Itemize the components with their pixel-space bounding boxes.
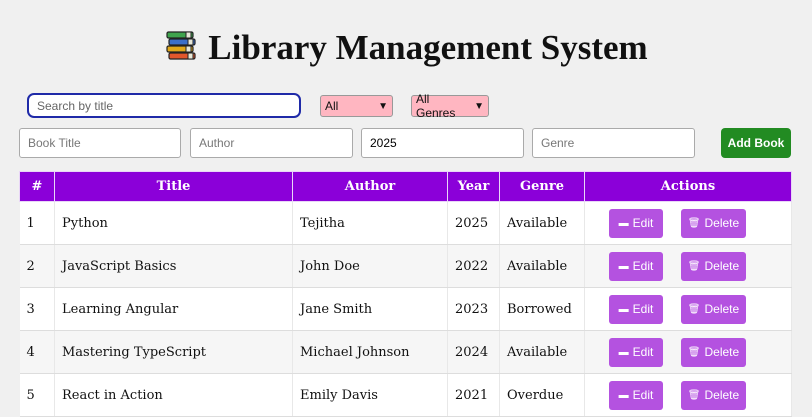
edit-label: Edit	[632, 388, 654, 402]
books-table: # Title Author Year Genre Actions 1 Pyth…	[19, 171, 792, 417]
delete-label: Delete	[704, 388, 740, 402]
table-row: 5 React in Action Emily Davis 2021 Overd…	[19, 373, 792, 417]
edit-icon: ▬	[618, 303, 629, 315]
books-icon	[164, 29, 198, 72]
edit-button[interactable]: ▬ Edit	[609, 294, 663, 324]
table-header-row: # Title Author Year Genre Actions	[19, 171, 792, 202]
page-title-text: Library Management System	[208, 28, 648, 67]
search-input[interactable]	[27, 93, 301, 118]
genre-filter-select[interactable]: All Genres ▼	[411, 92, 489, 120]
trash-icon: 🗑	[687, 303, 701, 315]
cell-author: Michael Johnson	[292, 330, 448, 374]
cell-id: 4	[19, 330, 55, 374]
cell-actions: ▬ Edit 🗑 Delete	[584, 287, 792, 331]
edit-icon: ▬	[618, 260, 629, 272]
cell-genre: Overdue	[499, 373, 585, 417]
cell-actions: ▬ Edit 🗑 Delete	[584, 373, 792, 417]
cell-author: Emily Davis	[292, 373, 448, 417]
edit-label: Edit	[632, 345, 654, 359]
edit-button[interactable]: ▬ Edit	[609, 337, 663, 367]
column-header-title: Title	[54, 171, 293, 202]
cell-author: Tejitha	[292, 201, 448, 245]
cell-title: JavaScript Basics	[54, 244, 293, 288]
edit-label: Edit	[632, 216, 654, 230]
cell-id: 3	[19, 287, 55, 331]
cell-year: 2025	[447, 201, 500, 245]
trash-icon: 🗑	[687, 260, 701, 272]
genre-field[interactable]	[532, 128, 695, 158]
edit-button[interactable]: ▬ Edit	[609, 208, 663, 238]
table-row: 2 JavaScript Basics John Doe 2022 Availa…	[19, 244, 792, 288]
delete-label: Delete	[704, 259, 740, 273]
table-row: 4 Mastering TypeScript Michael Johnson 2…	[19, 330, 792, 374]
column-header-id: #	[19, 171, 55, 202]
column-header-year: Year	[447, 171, 500, 202]
cell-author: John Doe	[292, 244, 448, 288]
cell-title: Learning Angular	[54, 287, 293, 331]
status-filter-select[interactable]: All ▼	[320, 95, 393, 117]
cell-actions: ▬ Edit 🗑 Delete	[584, 330, 792, 374]
column-header-genre: Genre	[499, 171, 585, 202]
year-field[interactable]	[361, 128, 524, 158]
column-header-author: Author	[292, 171, 448, 202]
delete-label: Delete	[704, 302, 740, 316]
cell-genre: Available	[499, 330, 585, 374]
cell-genre: Available	[499, 201, 585, 245]
edit-label: Edit	[632, 259, 654, 273]
edit-button[interactable]: ▬ Edit	[609, 380, 663, 410]
column-header-actions: Actions	[584, 171, 792, 202]
table-row: 1 Python Tejitha 2025 Available ▬ Edit 🗑 D…	[19, 201, 792, 245]
trash-icon: 🗑	[687, 217, 701, 229]
delete-button[interactable]: 🗑 Delete	[681, 294, 746, 324]
book-title-field[interactable]	[19, 128, 181, 158]
cell-year: 2021	[447, 373, 500, 417]
trash-icon: 🗑	[687, 346, 701, 358]
cell-author: Jane Smith	[292, 287, 448, 331]
delete-label: Delete	[704, 345, 740, 359]
genre-filter-value: All Genres	[416, 92, 456, 120]
cell-year: 2022	[447, 244, 500, 288]
cell-genre: Available	[499, 244, 585, 288]
cell-title: Python	[54, 201, 293, 245]
edit-button[interactable]: ▬ Edit	[609, 251, 663, 281]
cell-id: 2	[19, 244, 55, 288]
cell-title: React in Action	[54, 373, 293, 417]
delete-button[interactable]: 🗑 Delete	[681, 208, 746, 238]
cell-actions: ▬ Edit 🗑 Delete	[584, 201, 792, 245]
library-app: Library Management System All ▼ All Genr…	[0, 0, 812, 417]
chevron-down-icon: ▼	[474, 100, 484, 112]
chevron-down-icon: ▼	[378, 100, 388, 112]
cell-year: 2024	[447, 330, 500, 374]
cell-actions: ▬ Edit 🗑 Delete	[584, 244, 792, 288]
page-title: Library Management System	[0, 28, 812, 72]
cell-id: 1	[19, 201, 55, 245]
edit-icon: ▬	[618, 346, 629, 358]
delete-button[interactable]: 🗑 Delete	[681, 380, 746, 410]
cell-genre: Borrowed	[499, 287, 585, 331]
cell-id: 5	[19, 373, 55, 417]
edit-icon: ▬	[618, 217, 629, 229]
author-field[interactable]	[190, 128, 353, 158]
edit-label: Edit	[632, 302, 654, 316]
delete-button[interactable]: 🗑 Delete	[681, 337, 746, 367]
cell-title: Mastering TypeScript	[54, 330, 293, 374]
delete-label: Delete	[704, 216, 740, 230]
trash-icon: 🗑	[687, 389, 701, 401]
delete-button[interactable]: 🗑 Delete	[681, 251, 746, 281]
status-filter-value: All	[325, 99, 339, 113]
table-row: 3 Learning Angular Jane Smith 2023 Borro…	[19, 287, 792, 331]
edit-icon: ▬	[618, 389, 629, 401]
add-book-button[interactable]: Add Book	[721, 128, 791, 158]
cell-year: 2023	[447, 287, 500, 331]
